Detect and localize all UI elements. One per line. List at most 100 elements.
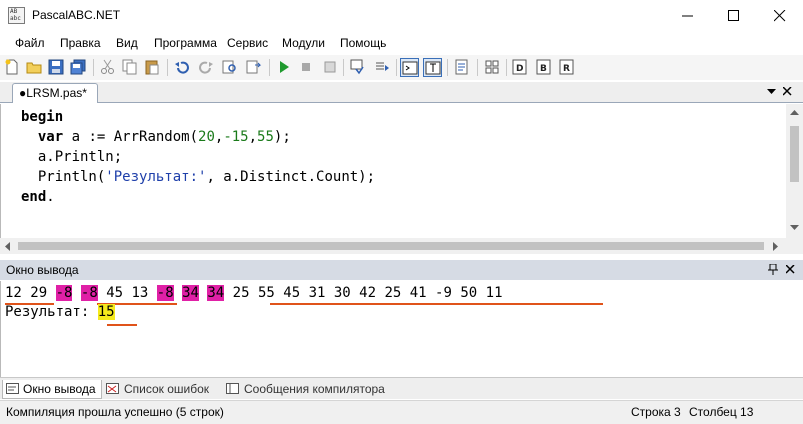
stop-icon	[302, 63, 310, 71]
output-number: 45	[106, 285, 124, 301]
replace-icon	[246, 60, 262, 74]
menu-file[interactable]: Файл	[15, 36, 45, 50]
underline-annotation	[107, 324, 137, 326]
toolbar-separator	[343, 59, 344, 76]
undo-icon	[175, 61, 189, 74]
properties-icon	[485, 60, 499, 74]
rebuild-icon: R	[559, 59, 574, 75]
menu-help[interactable]: Помощь	[340, 36, 386, 50]
cut-button[interactable]	[99, 58, 118, 77]
close-icon	[774, 10, 786, 22]
compile-button[interactable]: D	[511, 58, 530, 77]
save-all-icon	[70, 59, 86, 75]
replace-button[interactable]	[245, 58, 264, 77]
paste-button[interactable]	[143, 58, 162, 77]
new-file-button[interactable]	[3, 58, 22, 77]
menu-service[interactable]: Сервис	[227, 36, 268, 50]
close-button[interactable]	[757, 0, 803, 32]
step-over-button[interactable]	[373, 58, 392, 77]
tab-list-arrow-icon[interactable]	[767, 89, 776, 95]
tab-lrsm-pas[interactable]: ●LRSM.pas*	[12, 83, 98, 103]
build-button[interactable]: B	[535, 58, 554, 77]
menu-view[interactable]: Вид	[116, 36, 138, 50]
toolbar-separator	[269, 59, 270, 76]
scroll-up-icon[interactable]	[790, 110, 799, 116]
output-number-duplicate: 34	[207, 285, 225, 301]
output-number: -9	[435, 285, 452, 301]
step-icon	[350, 59, 364, 75]
menu-program[interactable]: Программа	[154, 36, 217, 50]
cut-icon	[101, 59, 114, 74]
output-number-duplicate: -8	[80, 285, 98, 301]
code-text[interactable]: begin var a := ArrRandom(20,-15,55); a.P…	[21, 107, 375, 207]
run-button[interactable]	[275, 58, 294, 77]
scroll-left-icon[interactable]	[5, 242, 11, 251]
app-icon: AB abc	[8, 7, 25, 24]
scroll-right-icon[interactable]	[773, 242, 779, 251]
minimize-button[interactable]	[665, 0, 711, 32]
output-number: 45	[283, 285, 301, 301]
output-number-duplicate: -8	[55, 285, 73, 301]
open-button[interactable]	[25, 58, 44, 77]
toolbar-separator	[477, 59, 478, 76]
editor-horizontal-scrollbar[interactable]	[0, 238, 786, 254]
run-icon	[280, 61, 289, 73]
output-numbers-line: 12 29 -8 -8 45 13 -8 34 34 25 55 45 31 3…	[5, 284, 503, 302]
output-number: 25	[232, 285, 250, 301]
step-button[interactable]	[349, 58, 368, 77]
status-message: Компиляция прошла успешно (5 строк)	[6, 405, 224, 419]
format-button[interactable]	[453, 58, 472, 77]
text-button[interactable]	[423, 58, 442, 77]
debug-button[interactable]	[321, 58, 340, 77]
code-line-5: end.	[21, 189, 55, 205]
redo-button[interactable]	[197, 58, 216, 77]
title-bar: AB abc PascalABC.NET	[0, 0, 803, 32]
menu-edit[interactable]: Правка	[60, 36, 101, 50]
output-number: 41	[409, 285, 427, 301]
tab-compiler-messages[interactable]: Сообщения компилятора	[226, 380, 396, 399]
compiler-messages-icon	[226, 383, 239, 394]
build-icon: B	[536, 59, 551, 75]
toolbar-separator	[93, 59, 94, 76]
editor-vertical-scrollbar[interactable]	[786, 104, 803, 254]
save-button[interactable]	[47, 58, 66, 77]
save-all-button[interactable]	[69, 58, 88, 77]
svg-text:B: B	[540, 64, 547, 74]
output-number: 25	[384, 285, 402, 301]
toolbar-separator	[396, 59, 397, 76]
scroll-down-icon[interactable]	[790, 225, 799, 231]
properties-button[interactable]	[483, 58, 502, 77]
tab-output-window[interactable]: Окно вывода	[2, 380, 102, 399]
find-button[interactable]	[221, 58, 240, 77]
output-number-duplicate: -8	[156, 285, 174, 301]
code-line-1: begin	[21, 109, 64, 125]
format-icon	[455, 59, 468, 75]
undo-button[interactable]	[173, 58, 192, 77]
toolbar-separator	[167, 59, 168, 76]
maximize-button[interactable]	[711, 0, 757, 32]
scrollbar-thumb[interactable]	[18, 242, 764, 250]
menu-modules[interactable]: Модули	[282, 36, 325, 50]
output-number: 30	[333, 285, 351, 301]
pin-icon[interactable]	[768, 264, 778, 276]
error-list-icon	[106, 383, 119, 394]
status-row: Строка 3	[631, 405, 681, 419]
status-bar: Компиляция прошла успешно (5 строк) Стро…	[0, 400, 803, 424]
stop-button[interactable]	[297, 58, 316, 77]
code-line-4: Println('Результат:', a.Distinct.Count);	[37, 169, 376, 185]
result-value: 15	[97, 304, 115, 320]
console-button[interactable]	[400, 58, 419, 77]
tab-close-icon[interactable]	[783, 87, 792, 96]
underline-annotation	[270, 303, 603, 305]
tab-error-list[interactable]: Список ошибок	[106, 380, 221, 399]
code-editor[interactable]: begin var a := ArrRandom(20,-15,55); a.P…	[0, 104, 803, 254]
rebuild-button[interactable]: R	[558, 58, 577, 77]
output-window[interactable]: 12 29 -8 -8 45 13 -8 34 34 25 55 45 31 3…	[0, 281, 803, 377]
copy-button[interactable]	[121, 58, 140, 77]
output-number: 55	[257, 285, 275, 301]
toolbar-separator	[447, 59, 448, 76]
panel-close-icon[interactable]	[786, 265, 795, 274]
output-number: 29	[30, 285, 48, 301]
scrollbar-thumb[interactable]	[790, 126, 799, 182]
output-result-line: Результат: 15	[5, 303, 115, 321]
